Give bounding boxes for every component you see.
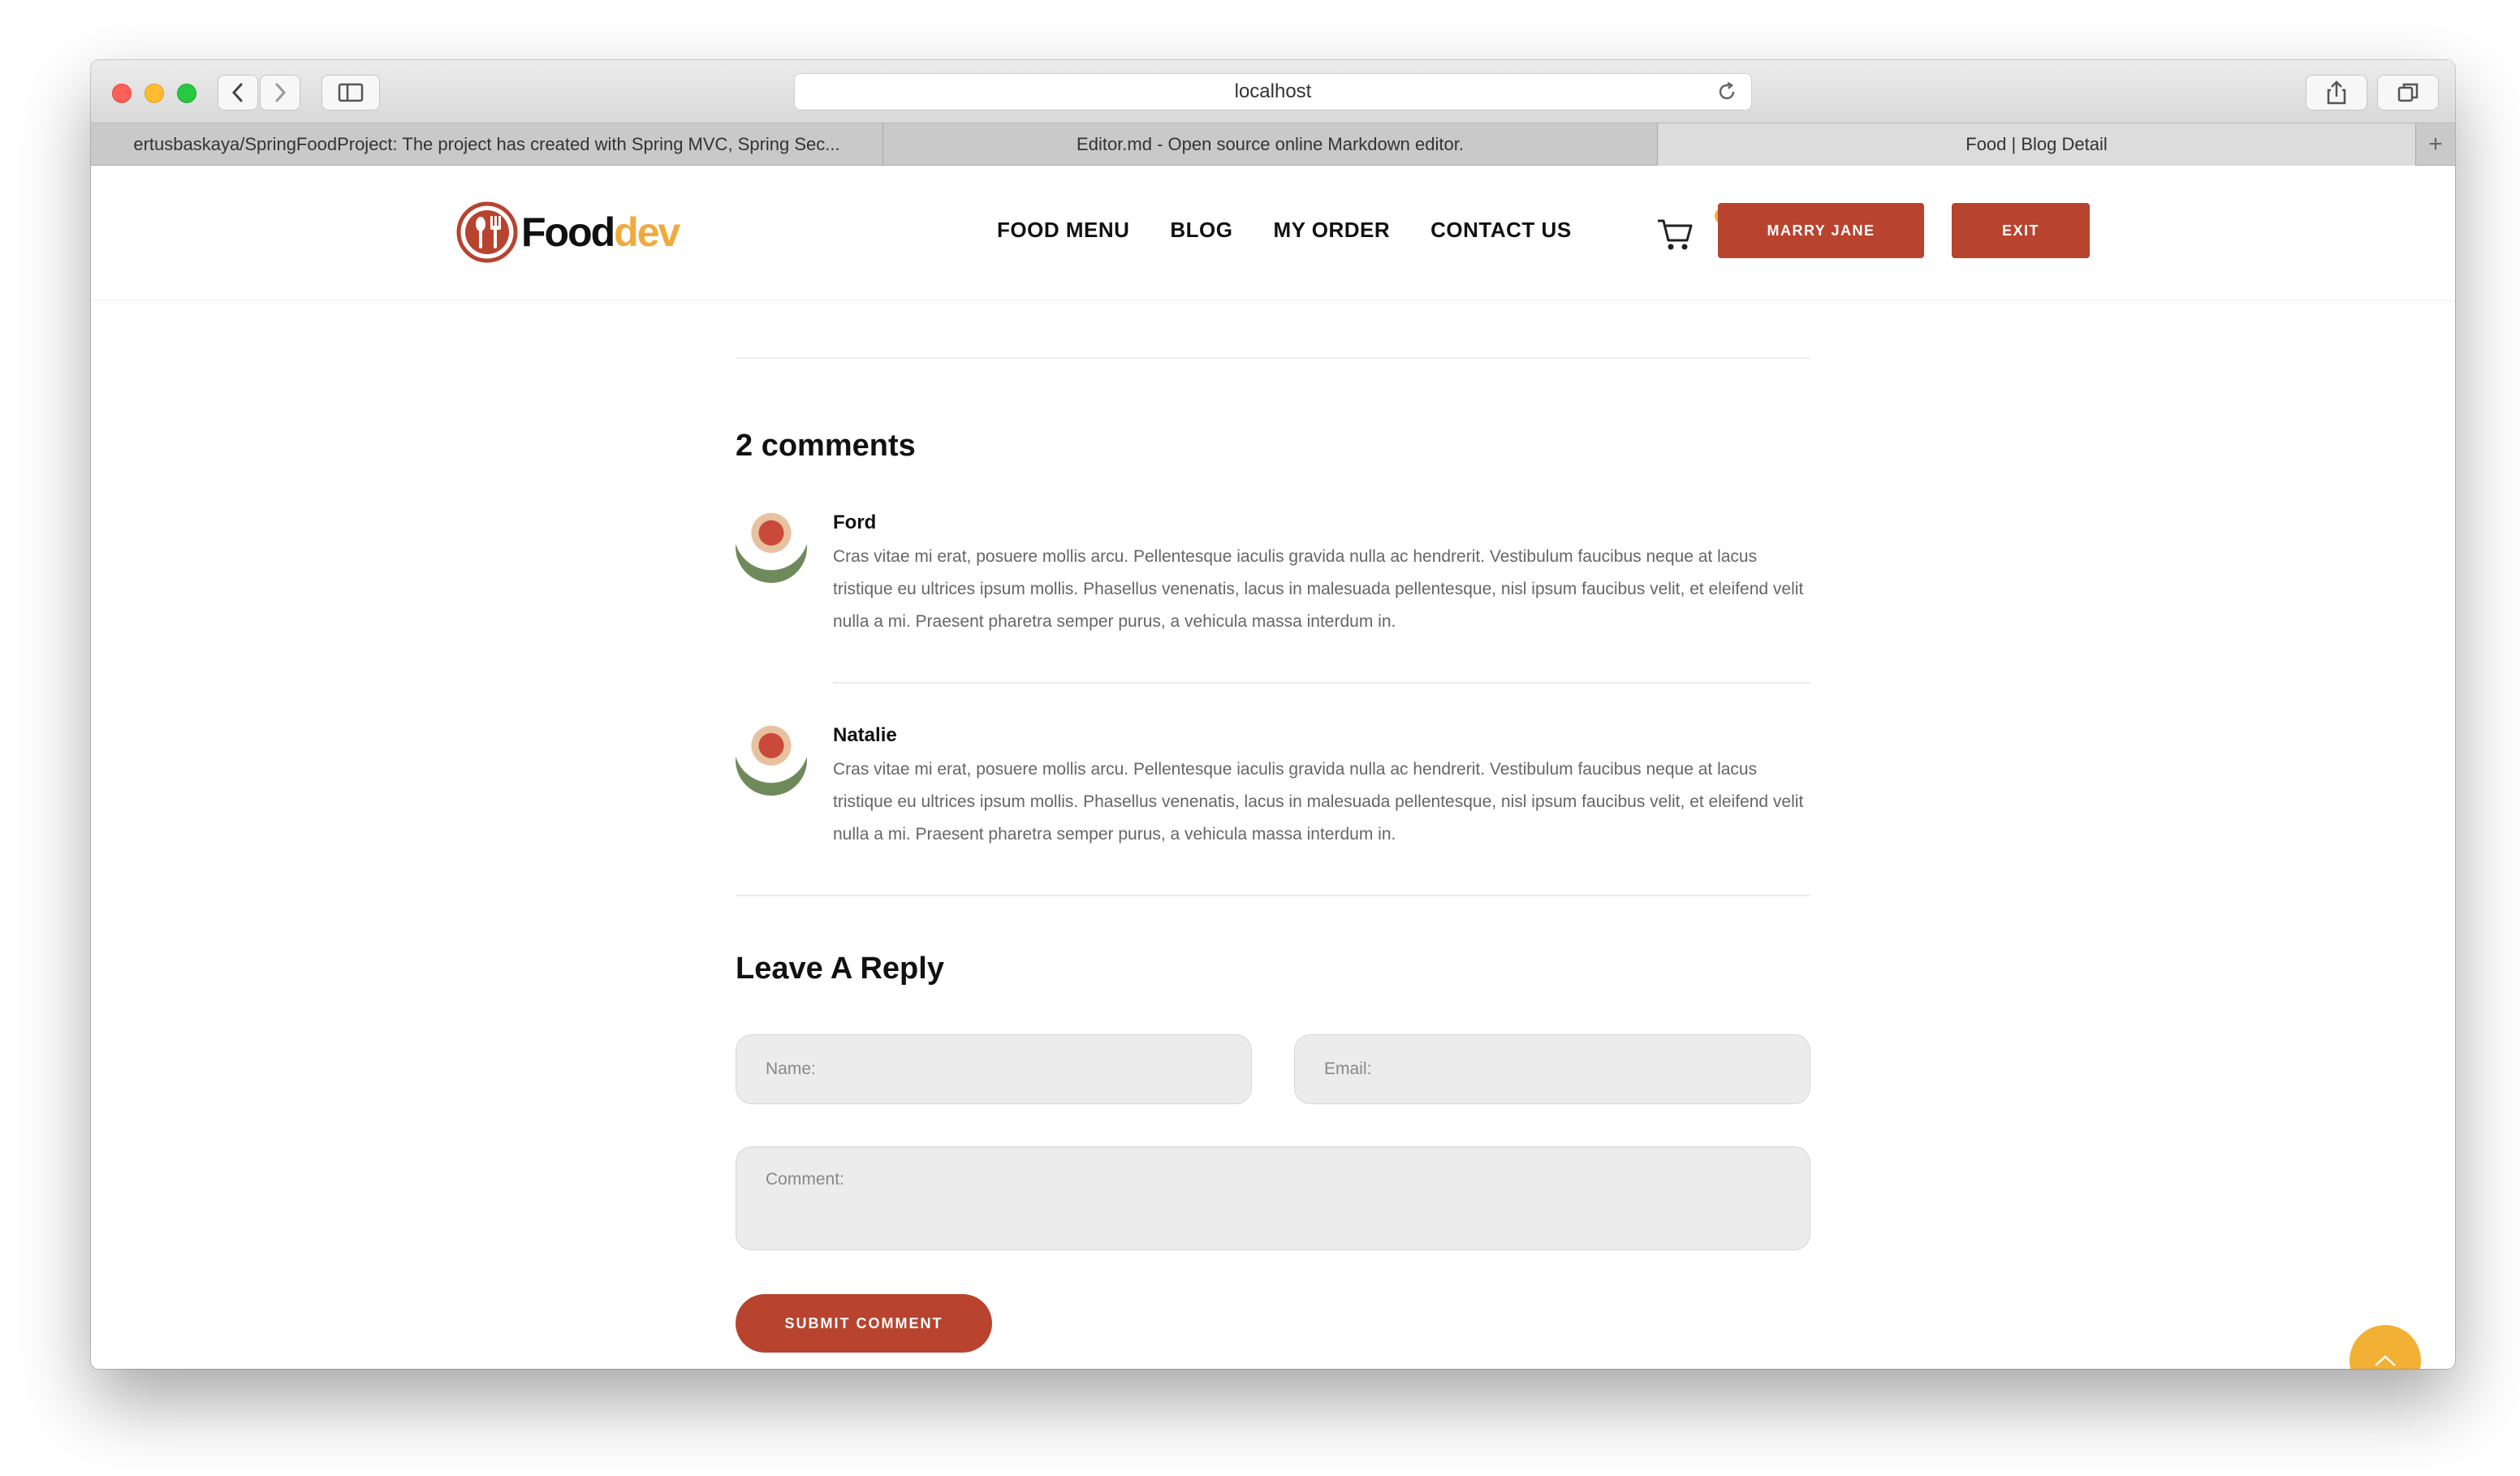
exit-button[interactable]: EXIT	[1952, 203, 2090, 258]
minimize-window-button[interactable]	[145, 84, 164, 103]
email-placeholder: Email:	[1324, 1060, 1372, 1078]
nav-food-menu[interactable]: FOOD MENU	[997, 218, 1129, 243]
name-placeholder: Name:	[766, 1060, 816, 1078]
reload-icon[interactable]	[1715, 80, 1738, 109]
sidebar-icon	[338, 83, 364, 102]
comment-placeholder: Comment:	[766, 1170, 844, 1189]
tab-label: ertusbaskaya/SpringFoodProject: The proj…	[133, 134, 840, 154]
logo-dev-text: dev	[614, 209, 680, 255]
tab-blog-detail[interactable]: Food | Blog Detail	[1658, 123, 2416, 166]
tab-bar: ertusbaskaya/SpringFoodProject: The proj…	[91, 123, 2455, 166]
comments-title: 2 comments	[736, 429, 916, 463]
share-icon	[2327, 80, 2346, 105]
comment-text: Cras vitae mi erat, posuere mollis arcu.…	[833, 547, 1804, 631]
title-bar: localhost	[91, 60, 2455, 123]
reply-title: Leave A Reply	[736, 952, 944, 986]
comment-item: Ford Cras vitae mi erat, posuere mollis …	[736, 511, 1810, 674]
tab-overview-button[interactable]	[2377, 75, 2439, 110]
tab-editor-md[interactable]: Editor.md - Open source online Markdown …	[883, 123, 1658, 166]
tabs-icon	[2397, 83, 2419, 102]
avatar	[736, 511, 807, 583]
chevron-right-icon	[275, 83, 287, 102]
divider	[736, 357, 1810, 359]
plus-icon: +	[2428, 131, 2443, 158]
main-nav: FOOD MENU BLOG MY ORDER CONTACT US	[997, 218, 1612, 243]
nav-my-order[interactable]: MY ORDER	[1274, 218, 1391, 243]
chevron-left-icon	[231, 83, 243, 102]
tab-label: Editor.md - Open source online Markdown …	[1077, 134, 1464, 154]
back-to-top-button[interactable]	[2350, 1325, 2421, 1369]
site-header: Fooddev FOOD MENU BLOG MY ORDER CONTACT …	[91, 166, 2455, 300]
address-bar[interactable]: localhost	[794, 73, 1752, 110]
tab-github[interactable]: ertusbaskaya/SpringFoodProject: The proj…	[91, 123, 883, 166]
email-field[interactable]: Email:	[1294, 1034, 1810, 1104]
new-tab-button[interactable]: +	[2416, 123, 2455, 166]
close-window-button[interactable]	[112, 84, 132, 103]
comment-text: Cras vitae mi erat, posuere mollis arcu.…	[833, 760, 1804, 844]
address-text: localhost	[1234, 80, 1312, 102]
tab-label: Food | Blog Detail	[1966, 134, 2108, 154]
nav-contact-us[interactable]: CONTACT US	[1430, 218, 1572, 243]
comment-field[interactable]: Comment:	[736, 1146, 1810, 1250]
logo-food-text: Food	[521, 209, 615, 255]
comment-author: Ford	[833, 511, 877, 533]
browser-window: localhost ertusbaskaya/SpringFoodProject…	[91, 60, 2455, 1369]
comment-author: Natalie	[833, 724, 897, 746]
avatar	[736, 724, 807, 796]
name-field[interactable]: Name:	[736, 1034, 1252, 1104]
site-logo[interactable]: Fooddev	[456, 201, 680, 263]
comment-item: Natalie Cras vitae mi erat, posuere moll…	[736, 724, 1810, 887]
share-button[interactable]	[2306, 75, 2367, 110]
forward-button[interactable]	[260, 75, 300, 110]
logo-wordmark: Fooddev	[521, 209, 680, 255]
chevron-up-icon	[2375, 1355, 2396, 1366]
divider	[833, 682, 1810, 684]
user-account-button[interactable]: MARRY JANE	[1718, 203, 1924, 258]
back-button[interactable]	[218, 75, 258, 110]
page-viewport: Fooddev FOOD MENU BLOG MY ORDER CONTACT …	[91, 166, 2455, 1369]
submit-comment-button[interactable]: SUBMIT COMMENT	[736, 1294, 992, 1353]
logo-icon	[456, 201, 518, 263]
nav-blog[interactable]: BLOG	[1170, 218, 1232, 243]
zoom-window-button[interactable]	[177, 84, 196, 103]
sidebar-toggle-button[interactable]	[321, 75, 380, 110]
cart-icon[interactable]	[1655, 213, 1695, 253]
divider	[736, 895, 1810, 896]
